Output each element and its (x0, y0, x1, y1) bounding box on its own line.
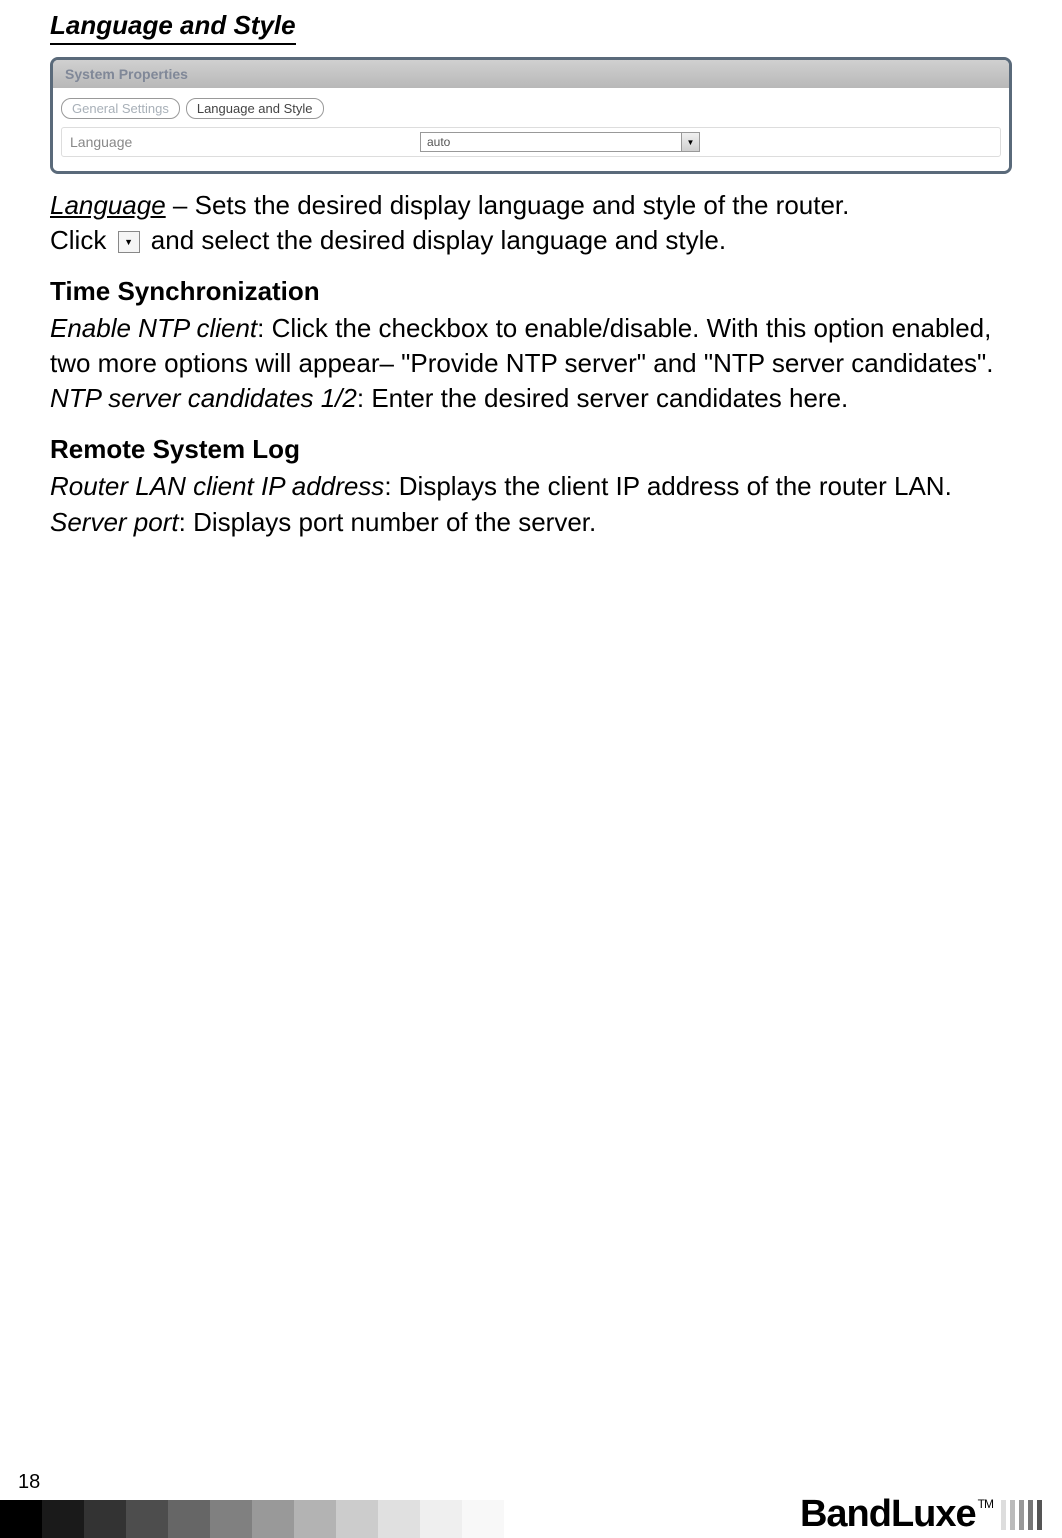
brand-name: BandLuxe (800, 1493, 976, 1536)
system-properties-panel: System Properties General Settings Langu… (50, 57, 1012, 174)
chevron-down-icon[interactable]: ▼ (681, 133, 699, 151)
language-select-value: auto (421, 135, 681, 149)
section-title-time-sync: Time Synchronization (50, 276, 1012, 307)
term-ntp-candidates: NTP server candidates 1/2 (50, 383, 357, 413)
tab-row: General Settings Language and Style (61, 98, 1001, 119)
tab-language-and-style[interactable]: Language and Style (186, 98, 324, 119)
time-sync-description: Enable NTP client: Click the checkbox to… (50, 311, 1012, 416)
page-number: 18 (18, 1471, 40, 1494)
brand-logo: BandLuxe TM (800, 1493, 1042, 1536)
language-label: Language (70, 134, 420, 150)
term-language: Language (50, 190, 166, 220)
term-server-port: Server port (50, 507, 179, 537)
tab-general-settings[interactable]: General Settings (61, 98, 180, 119)
trademark-symbol: TM (978, 1497, 993, 1511)
section-title-remote-syslog: Remote System Log (50, 434, 1012, 465)
panel-header: System Properties (53, 60, 1009, 88)
page-footer: 18 BandLuxe TM (0, 1478, 1062, 1538)
term-enable-ntp: Enable NTP client (50, 313, 257, 343)
language-description: Language – Sets the desired display lang… (50, 188, 1012, 258)
remote-syslog-description: Router LAN client IP address: Displays t… (50, 469, 1012, 539)
panel-body: General Settings Language and Style Lang… (53, 88, 1009, 171)
dropdown-arrow-icon: ▼ (118, 231, 140, 253)
grayscale-bar (0, 1500, 546, 1538)
language-select[interactable]: auto ▼ (420, 132, 700, 152)
term-router-lan-ip: Router LAN client IP address (50, 471, 384, 501)
brand-bars-icon (1001, 1500, 1042, 1530)
section-title-language-style: Language and Style (50, 10, 296, 45)
language-row: Language auto ▼ (61, 127, 1001, 157)
